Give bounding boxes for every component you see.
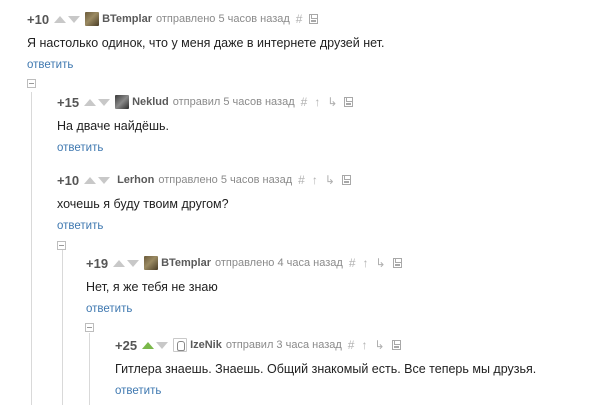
comment-header: +10 Lerhon отправлено 5 часов назад # ↑ …	[57, 172, 351, 188]
parent-arrow-icon[interactable]: ↑	[314, 96, 320, 108]
avatar[interactable]	[115, 95, 130, 109]
permalink-icon[interactable]: #	[301, 96, 308, 108]
thread-line-2	[62, 250, 63, 405]
collapse-toggle-icon[interactable]	[27, 79, 36, 88]
downvote-icon[interactable]	[98, 98, 111, 106]
comment-header: +25 IzeNik отправил 3 часа назад # ↑ ↳	[115, 337, 536, 353]
downvote-icon[interactable]	[156, 341, 169, 349]
save-icon[interactable]	[391, 340, 401, 350]
comment-rating: +10	[27, 11, 50, 27]
permalink-icon[interactable]: #	[296, 13, 303, 25]
comment-body: Я настолько одинок, что у меня даже в ин…	[27, 36, 385, 50]
downvote-icon[interactable]	[127, 259, 140, 267]
branch-arrow-icon[interactable]: ↳	[327, 96, 337, 108]
comment-timestamp: отправлено 5 часов назад	[158, 174, 293, 186]
branch-arrow-icon[interactable]: ↳	[325, 174, 335, 186]
comment-header: +19 BTemplar отправлено 4 часа назад # ↑…	[86, 255, 402, 271]
parent-arrow-icon[interactable]: ↑	[312, 174, 318, 186]
comment-header: +15 Neklud отправил 5 часов назад # ↑ ↳	[57, 94, 354, 110]
upvote-icon[interactable]	[142, 341, 155, 349]
comment-body: Нет, я же тебя не знаю	[86, 280, 218, 294]
comment-timestamp: отправил 3 часа назад	[225, 339, 342, 351]
comment: +10 BTemplar отправлено 5 часов назад # …	[27, 11, 385, 72]
comment-rating: +10	[57, 172, 80, 188]
reply-button[interactable]: ответить	[27, 59, 384, 71]
parent-arrow-icon[interactable]: ↑	[363, 257, 369, 269]
reply-button[interactable]: ответить	[115, 385, 536, 397]
thread-line-3	[89, 333, 90, 405]
comment-rating: +15	[57, 94, 80, 110]
collapse-toggle-icon[interactable]	[85, 323, 94, 332]
upvote-icon[interactable]	[113, 259, 126, 267]
comment-author[interactable]: Neklud	[132, 96, 169, 108]
downvote-icon[interactable]	[68, 15, 81, 23]
save-icon[interactable]	[392, 258, 402, 268]
upvote-icon[interactable]	[54, 15, 67, 23]
avatar[interactable]	[85, 12, 100, 26]
upvote-icon[interactable]	[84, 176, 97, 184]
branch-arrow-icon[interactable]: ↳	[374, 339, 384, 351]
reply-button[interactable]: ответить	[86, 303, 402, 315]
comment-author[interactable]: IzeNik	[190, 339, 222, 351]
comment-rating: +25	[115, 337, 138, 353]
save-icon[interactable]	[309, 14, 319, 24]
branch-arrow-icon[interactable]: ↳	[376, 257, 386, 269]
comment: +19 BTemplar отправлено 4 часа назад # ↑…	[86, 255, 402, 315]
comment-header: +10 BTemplar отправлено 5 часов назад #	[27, 11, 384, 27]
thread-line-1	[31, 92, 32, 405]
comment-thread: +10 BTemplar отправлено 5 часов назад # …	[0, 0, 600, 405]
comment-author[interactable]: BTemplar	[161, 257, 211, 269]
collapse-toggle-icon[interactable]	[57, 241, 66, 250]
reply-button[interactable]: ответить	[57, 142, 353, 154]
reply-button[interactable]: ответить	[57, 220, 351, 232]
comment-body: хочешь я буду твоим другом?	[57, 197, 229, 211]
downvote-icon[interactable]	[98, 176, 111, 184]
comment: +25 IzeNik отправил 3 часа назад # ↑ ↳ Г…	[115, 337, 537, 398]
permalink-icon[interactable]: #	[298, 174, 305, 186]
comment-body: На дваче найдёшь.	[57, 119, 169, 133]
parent-arrow-icon[interactable]: ↑	[361, 339, 367, 351]
comment-rating: +19	[86, 255, 109, 271]
save-icon[interactable]	[344, 97, 354, 107]
upvote-icon[interactable]	[84, 98, 97, 106]
comment-body: Гитлера знаешь. Знаешь. Общий знакомый е…	[115, 362, 537, 376]
comment-author[interactable]: BTemplar	[102, 13, 152, 25]
comment: +15 Neklud отправил 5 часов назад # ↑ ↳ …	[57, 94, 354, 154]
avatar[interactable]	[144, 256, 159, 270]
comment-timestamp: отправлено 4 часа назад	[214, 257, 343, 269]
comment-author[interactable]: Lerhon	[117, 174, 154, 186]
avatar[interactable]	[173, 338, 188, 352]
comment-timestamp: отправлено 5 часов назад	[155, 13, 290, 25]
comment-timestamp: отправил 5 часов назад	[172, 96, 295, 108]
save-icon[interactable]	[341, 175, 351, 185]
permalink-icon[interactable]: #	[349, 257, 356, 269]
permalink-icon[interactable]: #	[348, 339, 355, 351]
comment: +10 Lerhon отправлено 5 часов назад # ↑ …	[57, 172, 351, 232]
